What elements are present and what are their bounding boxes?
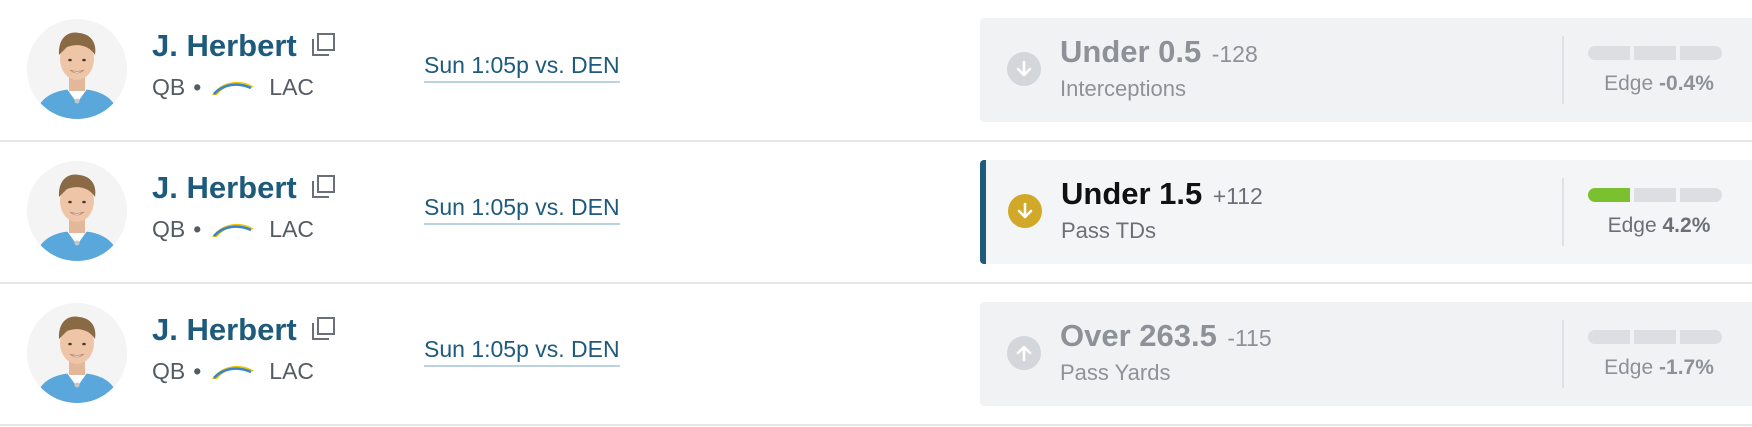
pick-odds: -128: [1211, 41, 1258, 67]
pick-stat: Pass Yards: [1060, 360, 1171, 385]
edge-segment: [1680, 188, 1722, 202]
edge-segment: [1588, 330, 1630, 344]
meta-separator: •: [193, 216, 202, 242]
pick-stat: Pass TDs: [1061, 218, 1156, 243]
edge-segment: [1634, 46, 1676, 60]
pick-value: Over 263.5: [1060, 318, 1217, 353]
player-position: QB: [152, 74, 186, 100]
player-name[interactable]: J. Herbert: [152, 312, 297, 348]
edge-label: Edge: [1604, 72, 1654, 95]
arrow-down-icon: [1007, 52, 1041, 86]
pick-odds: +112: [1212, 183, 1263, 209]
arrow-down-icon: [1008, 194, 1042, 228]
edge-value: 4.2%: [1662, 214, 1711, 237]
edge-value: -0.4%: [1659, 72, 1714, 95]
chargers-bolt-logo-icon: [212, 223, 255, 237]
pick-stat: Interceptions: [1060, 76, 1186, 101]
prop-row: J. Herbert QB • LAC Sun 1:05p vs. DEN Un…: [0, 0, 1752, 142]
edge-segment: [1588, 188, 1630, 202]
prop-row: J. Herbert QB • LAC Sun 1:05p vs. DEN Ov…: [0, 284, 1752, 426]
pick-card[interactable]: Under 1.5 +112 Pass TDs Edge 4.2%: [980, 160, 1752, 264]
meta-separator: •: [193, 74, 202, 100]
pick-value: Under 0.5: [1060, 34, 1202, 69]
pick-card[interactable]: Over 263.5 -115 Pass Yards Edge -1.7%: [980, 302, 1752, 406]
team-abbr: LAC: [269, 358, 315, 384]
player-avatar[interactable]: [27, 303, 127, 403]
edge-segment: [1680, 330, 1722, 344]
team-abbr: LAC: [269, 74, 315, 100]
edge-meter: [1588, 188, 1722, 202]
player-name[interactable]: J. Herbert: [152, 170, 297, 206]
player-name[interactable]: J. Herbert: [152, 28, 297, 64]
edge-value: -1.7%: [1659, 356, 1714, 379]
edge-segment: [1634, 188, 1676, 202]
pick-value: Under 1.5: [1061, 176, 1203, 211]
props-list: J. Herbert QB • LAC Sun 1:05p vs. DEN Un…: [0, 0, 1752, 426]
copy-icon[interactable]: [309, 31, 337, 59]
player-position: QB: [152, 216, 186, 242]
edge-segment: [1680, 46, 1722, 60]
player-avatar[interactable]: [27, 19, 127, 119]
player-position: QB: [152, 358, 186, 384]
game-link[interactable]: Sun 1:05p vs. DEN: [424, 336, 620, 367]
divider: [1562, 36, 1564, 104]
game-link[interactable]: Sun 1:05p vs. DEN: [424, 52, 620, 83]
player-avatar[interactable]: [27, 161, 127, 261]
edge-text: Edge -1.7%: [1595, 356, 1723, 380]
pick-card[interactable]: Under 0.5 -128 Interceptions Edge -0.4%: [980, 18, 1752, 122]
game-link[interactable]: Sun 1:05p vs. DEN: [424, 194, 620, 225]
copy-icon[interactable]: [309, 315, 337, 343]
edge-segment: [1634, 330, 1676, 344]
edge-meter: [1588, 46, 1722, 60]
team-abbr: LAC: [269, 216, 315, 242]
edge-meter: [1588, 330, 1722, 344]
arrow-up-icon: [1007, 336, 1041, 370]
pick-line: Under 0.5 -128: [1060, 34, 1258, 70]
player-meta: QB • LAC: [152, 358, 314, 385]
player-meta: QB • LAC: [152, 216, 314, 243]
player-headshot-icon: [27, 161, 127, 261]
divider: [1562, 178, 1564, 246]
player-headshot-icon: [27, 19, 127, 119]
player-headshot-icon: [27, 303, 127, 403]
edge-text: Edge 4.2%: [1595, 214, 1723, 238]
chargers-bolt-logo-icon: [212, 365, 255, 379]
copy-icon[interactable]: [309, 173, 337, 201]
edge-label: Edge: [1607, 214, 1657, 237]
edge-label: Edge: [1604, 356, 1654, 379]
divider: [1562, 320, 1564, 388]
edge-segment: [1588, 46, 1630, 60]
player-meta: QB • LAC: [152, 74, 314, 101]
pick-odds: -115: [1227, 325, 1272, 351]
pick-line: Under 1.5 +112: [1061, 176, 1263, 212]
chargers-bolt-logo-icon: [212, 81, 255, 95]
prop-row: J. Herbert QB • LAC Sun 1:05p vs. DEN Un…: [0, 142, 1752, 284]
edge-text: Edge -0.4%: [1595, 72, 1723, 96]
pick-line: Over 263.5 -115: [1060, 318, 1272, 354]
meta-separator: •: [193, 358, 202, 384]
